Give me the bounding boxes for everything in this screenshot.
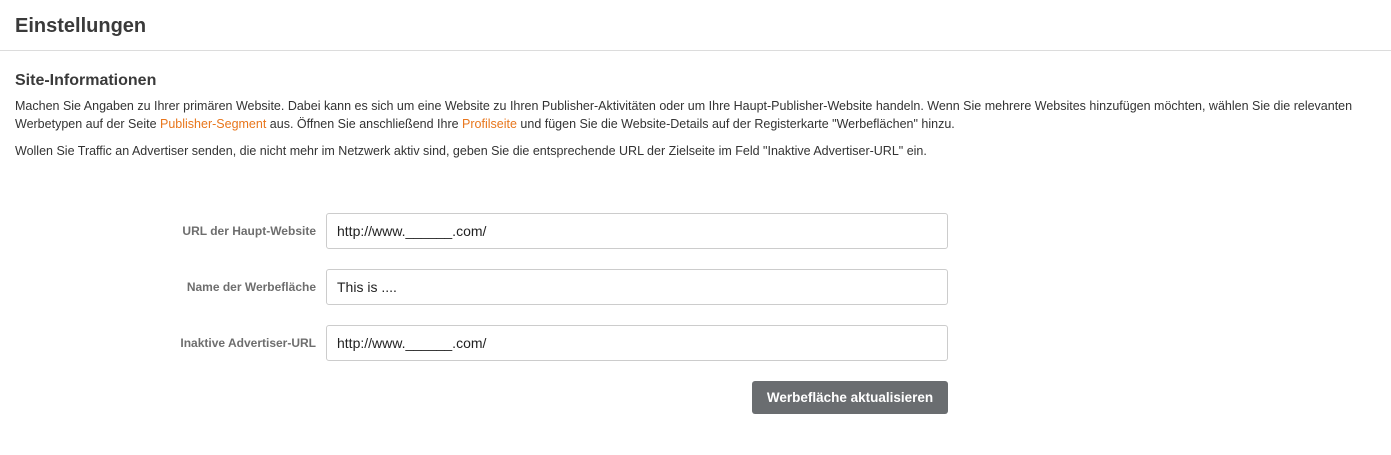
site-info-description: Machen Sie Angaben zu Ihrer primären Web… — [15, 97, 1355, 133]
main-url-row: URL der Haupt-Website — [0, 213, 1391, 249]
adspace-name-row: Name der Werbefläche — [0, 269, 1391, 305]
profile-page-link[interactable]: Profilseite — [462, 117, 517, 131]
inactive-url-input[interactable] — [326, 325, 948, 361]
site-info-section: Site-Informationen Machen Sie Angaben zu… — [0, 51, 1370, 160]
site-settings-form: URL der Haupt-Website Name der Werbefläc… — [0, 213, 1391, 381]
page-header: Einstellungen — [0, 0, 1391, 51]
description-text-2: aus. Öffnen Sie anschließend Ihre — [266, 117, 463, 131]
section-title: Site-Informationen — [15, 72, 157, 89]
main-url-label: URL der Haupt-Website — [182, 224, 316, 238]
inactive-url-label: Inaktive Advertiser-URL — [180, 336, 316, 350]
inactive-advertiser-description: Wollen Sie Traffic an Advertiser senden,… — [15, 144, 927, 158]
inactive-url-row: Inaktive Advertiser-URL — [0, 325, 1391, 361]
adspace-name-label: Name der Werbefläche — [186, 280, 316, 294]
adspace-name-input[interactable] — [326, 269, 948, 305]
page-title: Einstellungen — [15, 14, 147, 37]
main-url-input[interactable] — [326, 213, 948, 249]
update-adspace-button[interactable]: Werbefläche aktualisieren — [752, 381, 948, 414]
publisher-segment-link[interactable]: Publisher-Segment — [160, 117, 266, 131]
description-text-3: und fügen Sie die Website-Details auf de… — [516, 117, 955, 131]
